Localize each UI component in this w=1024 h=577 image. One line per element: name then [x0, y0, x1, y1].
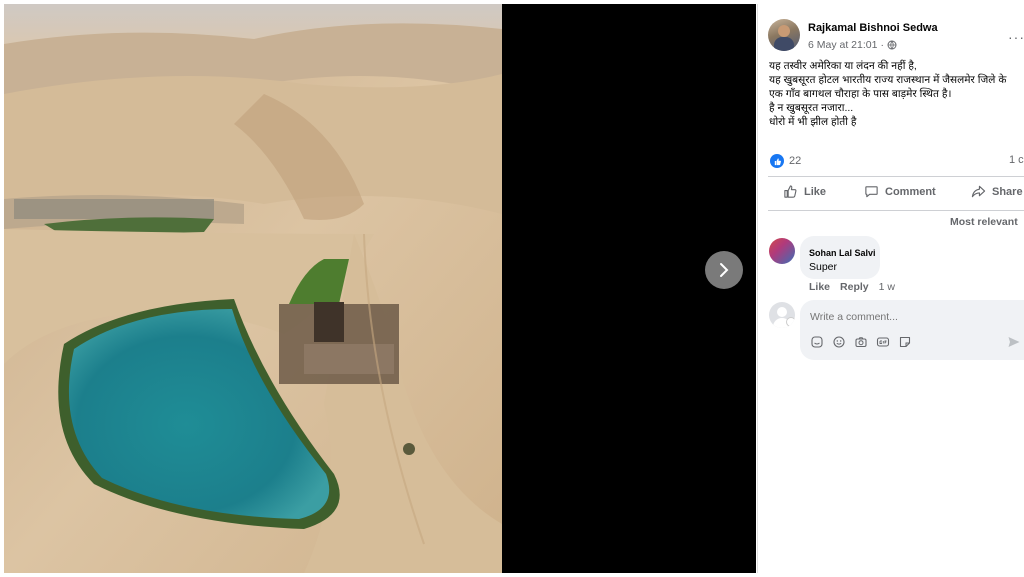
next-image-button[interactable]: [705, 251, 743, 289]
comment-reply-link[interactable]: Reply: [840, 281, 869, 293]
divider: [768, 210, 1024, 211]
post-details-panel: Rajkamal Bishnoi Sedwa 6 May at 21:01 · …: [757, 4, 1024, 573]
comment-label: Comment: [885, 185, 936, 198]
share-button[interactable]: Share: [971, 184, 1023, 199]
chevron-right-icon: [720, 263, 729, 277]
camera-icon[interactable]: [854, 335, 868, 349]
comments-count[interactable]: 1 c: [1009, 154, 1024, 166]
sort-label: Most relevant: [950, 216, 1018, 228]
commenter-name[interactable]: Sohan Lal Salvi: [809, 248, 876, 258]
post-viewer: Rajkamal Bishnoi Sedwa 6 May at 21:01 · …: [0, 0, 1024, 577]
post-caption: यह तस्वीर अमेरिका या लंदन की नहीं है, यह…: [769, 59, 1024, 129]
comment-composer: [800, 300, 1024, 360]
send-icon[interactable]: [1007, 335, 1021, 349]
gif-icon[interactable]: [876, 335, 890, 349]
comment-text: Super: [809, 261, 838, 273]
comment-age[interactable]: 1 w: [879, 281, 895, 293]
post-timestamp[interactable]: 6 May at 21:01: [808, 39, 877, 51]
caption-line: है न खुबसूरत नजारा...: [769, 102, 854, 114]
divider: [768, 176, 1024, 177]
author-avatar[interactable]: [768, 19, 800, 51]
comment-like-link[interactable]: Like: [809, 281, 830, 293]
caption-line: यह खुबसूरत होटल भारतीय राज्य राजस्थान मे…: [769, 74, 1007, 86]
comment-button[interactable]: Comment: [864, 184, 936, 199]
globe-icon: [887, 40, 897, 50]
caption-line: धोरो में भी झील होती है: [769, 116, 857, 128]
comment-actions: Like Reply 1 w: [809, 281, 895, 293]
speech-bubble-icon: [865, 186, 878, 198]
like-reaction-icon: [770, 154, 784, 168]
avatar-sticker-icon[interactable]: [810, 335, 824, 349]
viewer-avatar[interactable]: [769, 302, 795, 328]
author-name[interactable]: Rajkamal Bishnoi Sedwa: [808, 22, 938, 34]
emoji-icon[interactable]: [832, 335, 846, 349]
likes-count: 22: [789, 155, 802, 167]
reactions-summary[interactable]: 22: [770, 154, 801, 168]
post-meta: 6 May at 21:01 ·: [808, 39, 897, 51]
desert-oasis-image: [4, 4, 502, 573]
meta-separator: ·: [880, 39, 884, 51]
commenter-avatar[interactable]: [769, 238, 795, 264]
post-actions: Like Comment Share: [768, 184, 1024, 206]
more-options-button[interactable]: ···: [1008, 29, 1024, 45]
image-viewer-background: [502, 4, 756, 573]
like-label: Like: [804, 185, 827, 198]
comment-sort-dropdown[interactable]: Most relevant: [950, 216, 1018, 228]
share-label: Share: [992, 185, 1023, 198]
sticker-icon[interactable]: [898, 335, 912, 349]
caption-line: यह तस्वीर अमेरिका या लंदन की नहीं है,: [769, 60, 917, 72]
thumbs-up-icon: [784, 185, 797, 198]
share-arrow-icon: [971, 185, 986, 198]
caption-line: एक गाँव बागथल चौराहा के पास बाड़मेर स्थि…: [769, 88, 952, 100]
comment-input[interactable]: [808, 308, 1012, 326]
like-button[interactable]: Like: [783, 184, 826, 199]
post-photo[interactable]: [4, 4, 502, 573]
